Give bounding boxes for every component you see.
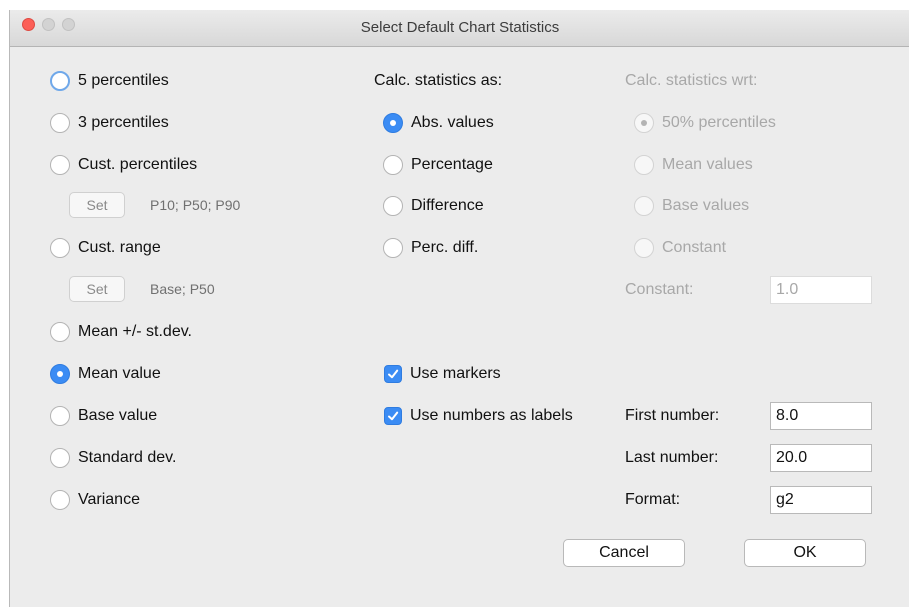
first-number-label: First number: bbox=[625, 407, 720, 424]
radio-label: Difference bbox=[411, 197, 484, 214]
radio-circle[interactable] bbox=[50, 448, 70, 468]
radio-3-percentiles[interactable]: 3 percentiles bbox=[50, 112, 169, 134]
calc-as-heading: Calc. statistics as: bbox=[374, 72, 503, 89]
radio-label: 5 percentiles bbox=[78, 72, 169, 89]
constant-label: Constant: bbox=[625, 281, 694, 298]
radio-cust-percentiles[interactable]: Cust. percentiles bbox=[50, 154, 197, 176]
radio-circle[interactable] bbox=[50, 322, 70, 342]
cust-percentiles-value: P10; P50; P90 bbox=[150, 197, 241, 213]
radio-circle[interactable] bbox=[50, 406, 70, 426]
dialog-window: Select Default Chart Statistics 5 percen… bbox=[9, 10, 909, 607]
format-field[interactable]: g2 bbox=[770, 486, 872, 514]
ok-button[interactable]: OK bbox=[744, 539, 866, 567]
radio-mean-values[interactable]: Mean values bbox=[634, 154, 753, 176]
radio-base-values[interactable]: Base values bbox=[634, 195, 749, 217]
radio-circle[interactable] bbox=[383, 196, 403, 216]
radio-label: Base values bbox=[662, 197, 750, 214]
radio-5-percentiles[interactable]: 5 percentiles bbox=[50, 70, 169, 92]
radio-label: Percentage bbox=[411, 156, 493, 173]
radio-mean-stdev[interactable]: Mean +/- st.dev. bbox=[50, 321, 192, 343]
last-number-field[interactable]: 20.0 bbox=[770, 444, 872, 472]
window-title: Select Default Chart Statistics bbox=[360, 19, 560, 36]
radio-circle[interactable] bbox=[634, 238, 654, 258]
radio-label: Mean value bbox=[78, 365, 161, 382]
radio-percentage[interactable]: Percentage bbox=[383, 154, 493, 176]
radio-difference[interactable]: Difference bbox=[383, 195, 484, 217]
dialog-content: 5 percentiles 3 percentiles Cust. percen… bbox=[10, 47, 909, 607]
checkbox-checked-icon[interactable] bbox=[384, 407, 402, 425]
radio-label: Cust. range bbox=[78, 239, 161, 256]
radio-label: Constant bbox=[662, 239, 727, 256]
radio-circle[interactable] bbox=[383, 155, 403, 175]
radio-circle[interactable] bbox=[383, 113, 403, 133]
radio-label: Variance bbox=[78, 491, 140, 508]
radio-constant[interactable]: Constant bbox=[634, 237, 726, 259]
set-percentiles-button[interactable]: Set bbox=[69, 192, 125, 218]
radio-label: Cust. percentiles bbox=[78, 156, 198, 173]
radio-label: 50% percentiles bbox=[662, 114, 776, 131]
radio-label: Mean +/- st.dev. bbox=[78, 323, 192, 340]
radio-circle[interactable] bbox=[50, 364, 70, 384]
radio-circle[interactable] bbox=[50, 155, 70, 175]
checkbox-label: Use numbers as labels bbox=[410, 407, 573, 424]
checkbox-label: Use markers bbox=[410, 365, 501, 382]
cust-range-value: Base; P50 bbox=[150, 281, 215, 297]
radio-circle[interactable] bbox=[50, 71, 70, 91]
first-number-field[interactable]: 8.0 bbox=[770, 402, 872, 430]
checkbox-use-markers[interactable]: Use markers bbox=[384, 363, 501, 385]
radio-base-value[interactable]: Base value bbox=[50, 405, 157, 427]
radio-50-percentiles[interactable]: 50% percentiles bbox=[634, 112, 776, 134]
radio-abs-values[interactable]: Abs. values bbox=[383, 112, 494, 134]
radio-variance[interactable]: Variance bbox=[50, 489, 140, 511]
format-label: Format: bbox=[625, 491, 681, 508]
radio-circle[interactable] bbox=[634, 113, 654, 133]
checkbox-use-numbers[interactable]: Use numbers as labels bbox=[384, 405, 573, 427]
calc-wrt-heading: Calc. statistics wrt: bbox=[625, 72, 758, 89]
radio-circle[interactable] bbox=[50, 490, 70, 510]
radio-circle[interactable] bbox=[383, 238, 403, 258]
radio-circle[interactable] bbox=[50, 113, 70, 133]
radio-circle[interactable] bbox=[634, 196, 654, 216]
radio-label: Mean values bbox=[662, 156, 753, 173]
cancel-button[interactable]: Cancel bbox=[563, 539, 685, 567]
radio-mean-value[interactable]: Mean value bbox=[50, 363, 161, 385]
radio-label: Base value bbox=[78, 407, 158, 424]
last-number-label: Last number: bbox=[625, 449, 719, 466]
radio-cust-range[interactable]: Cust. range bbox=[50, 237, 161, 259]
radio-perc-diff[interactable]: Perc. diff. bbox=[383, 237, 478, 259]
set-range-button[interactable]: Set bbox=[69, 276, 125, 302]
radio-label: Abs. values bbox=[411, 114, 494, 131]
radio-label: 3 percentiles bbox=[78, 114, 169, 131]
radio-label: Perc. diff. bbox=[411, 239, 479, 256]
title-bar: Select Default Chart Statistics bbox=[10, 10, 909, 47]
constant-field[interactable]: 1.0 bbox=[770, 276, 872, 304]
radio-standard-dev[interactable]: Standard dev. bbox=[50, 447, 176, 469]
radio-label: Standard dev. bbox=[78, 449, 177, 466]
checkbox-checked-icon[interactable] bbox=[384, 365, 402, 383]
radio-circle[interactable] bbox=[50, 238, 70, 258]
radio-circle[interactable] bbox=[634, 155, 654, 175]
